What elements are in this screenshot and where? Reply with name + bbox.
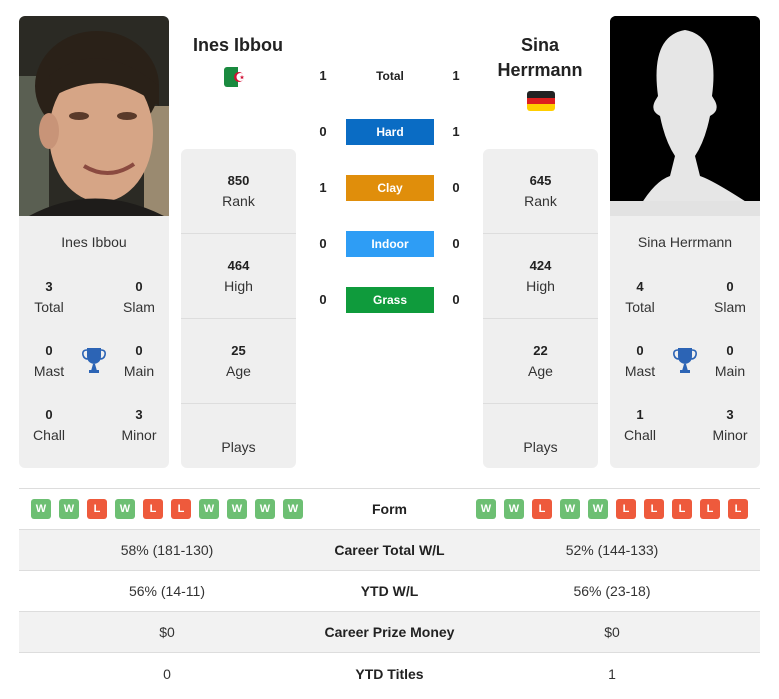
age-cell: 25 Age: [181, 319, 296, 404]
h2h-hard-row: 0 Hard 1: [300, 118, 480, 146]
player1-photo: [19, 16, 169, 216]
titles-main: 0 Main: [714, 343, 746, 379]
surface-indoor-badge[interactable]: Indoor: [346, 231, 434, 257]
player1-name-heading[interactable]: Ines Ibbou: [180, 33, 296, 58]
form-win-badge[interactable]: W: [227, 499, 247, 519]
germany-flag-icon: [527, 91, 555, 111]
surface-hard-badge[interactable]: Hard: [346, 119, 434, 145]
player1-portrait-image: [19, 16, 169, 216]
h2h-total-label: Total: [376, 69, 404, 83]
titles-mast: 0 Mast: [33, 343, 65, 379]
h2h-indoor-row: 0 Indoor 0: [300, 230, 480, 258]
player1-name-label: Ines Ibbou: [61, 234, 127, 250]
player2-name-heading[interactable]: Sina Herrmann: [482, 33, 598, 83]
high-cell: 464 High: [181, 234, 296, 319]
form-win-badge[interactable]: W: [59, 499, 79, 519]
titles-total: 3 Total: [34, 279, 64, 315]
plays-cell: Plays: [523, 438, 558, 455]
player2-titles-card: Sina Herrmann 4 Total 0 Slam 0 Mast 0 Ma…: [610, 216, 760, 468]
form-loss-badge[interactable]: L: [728, 499, 748, 519]
form-win-badge[interactable]: W: [504, 499, 524, 519]
ytd-wl-row: 56% (14-11) YTD W/L 56% (23-18): [19, 571, 760, 612]
form-win-badge[interactable]: W: [31, 499, 51, 519]
prize-money-row: $0 Career Prize Money $0: [19, 612, 760, 653]
h2h-grass-row: 0 Grass 0: [300, 286, 480, 314]
titles-minor: 3 Minor: [121, 407, 157, 443]
comparison-table: WWLWLLWWWW Form WWLWWLLLLL 58% (181-130)…: [19, 488, 760, 694]
surface-grass-badge[interactable]: Grass: [346, 287, 434, 313]
form-label: Form: [372, 501, 407, 517]
high-cell: 424 High: [483, 234, 598, 319]
h2h-total-row: 1 Total 1: [300, 62, 480, 90]
form-loss-badge[interactable]: L: [644, 499, 664, 519]
player1-titles-card: Ines Ibbou 3 Total 0 Slam 0 Mast 0 Main …: [19, 216, 169, 468]
titles-main: 0 Main: [123, 343, 155, 379]
plays-cell: Plays: [221, 438, 256, 455]
form-win-badge[interactable]: W: [476, 499, 496, 519]
rank-cell: 850 Rank: [181, 149, 296, 234]
form-loss-badge[interactable]: L: [672, 499, 692, 519]
player1-stats-card: 850 Rank 464 High 25 Age Plays: [181, 149, 296, 468]
form-loss-badge[interactable]: L: [143, 499, 163, 519]
silhouette-placeholder-icon: [610, 16, 760, 216]
form-win-badge[interactable]: W: [199, 499, 219, 519]
age-cell: 22 Age: [483, 319, 598, 404]
trophy-icon: [82, 348, 106, 373]
h2h-clay-row: 1 Clay 0: [300, 174, 480, 202]
ytd-titles-row: 0 YTD Titles 1: [163, 665, 616, 682]
titles-slam: 0 Slam: [714, 279, 746, 315]
titles-mast: 0 Mast: [624, 343, 656, 379]
form-win-badge[interactable]: W: [255, 499, 275, 519]
titles-chall: 0 Chall: [33, 407, 65, 443]
player2-name-label: Sina Herrmann: [637, 234, 733, 250]
algeria-flag-icon: [224, 67, 252, 87]
form-win-badge[interactable]: W: [115, 499, 135, 519]
trophy-icon: [673, 348, 697, 373]
rank-cell: 645 Rank: [483, 149, 598, 234]
player2-photo: [610, 16, 760, 216]
form-win-badge[interactable]: W: [560, 499, 580, 519]
form-loss-badge[interactable]: L: [700, 499, 720, 519]
form-win-badge[interactable]: W: [588, 499, 608, 519]
titles-total: 4 Total: [625, 279, 655, 315]
career-wl-row: 58% (181-130) Career Total W/L 52% (144-…: [19, 530, 760, 571]
player2-form: WWLWWLLLLL: [464, 499, 760, 519]
form-loss-badge[interactable]: L: [616, 499, 636, 519]
player1-form: WWLWLLWWWW: [19, 499, 315, 519]
form-loss-badge[interactable]: L: [171, 499, 191, 519]
titles-slam: 0 Slam: [123, 279, 155, 315]
player2-stats-card: 645 Rank 424 High 22 Age Plays: [483, 149, 598, 468]
titles-chall: 1 Chall: [624, 407, 656, 443]
form-loss-badge[interactable]: L: [87, 499, 107, 519]
surface-clay-badge[interactable]: Clay: [346, 175, 434, 201]
form-win-badge[interactable]: W: [283, 499, 303, 519]
titles-minor: 3 Minor: [712, 407, 748, 443]
form-loss-badge[interactable]: L: [532, 499, 552, 519]
form-row: WWLWLLWWWW Form WWLWWLLLLL: [19, 489, 760, 530]
